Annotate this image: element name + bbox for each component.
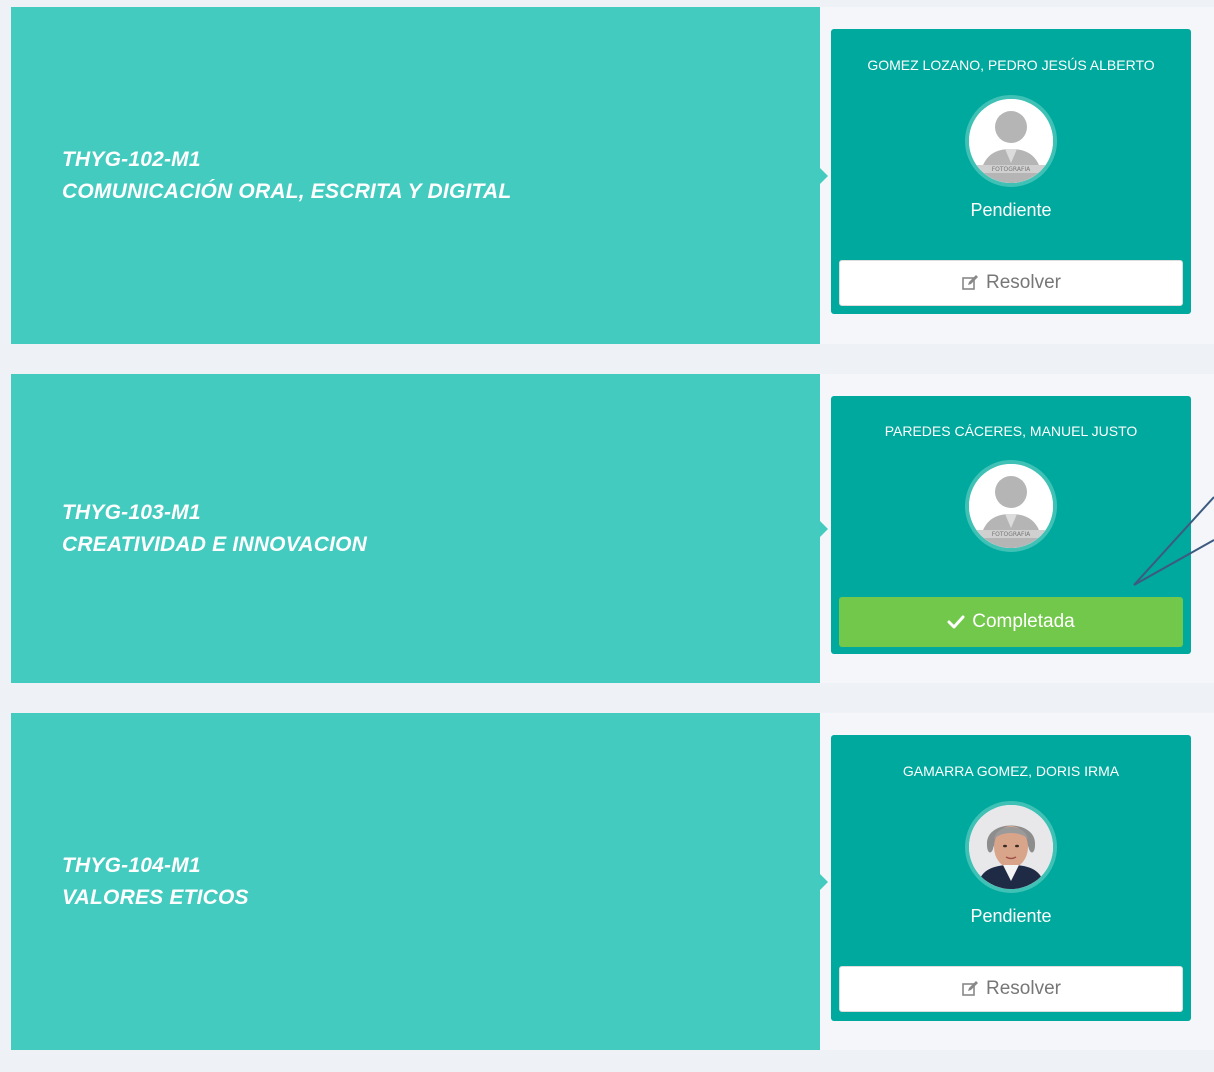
edit-icon: [961, 274, 979, 292]
course-panel: THYG-104-M1 VALORES ETICOS: [11, 713, 828, 1050]
teacher-name: PAREDES CÁCERES, MANUEL JUSTO: [884, 423, 1138, 439]
course-panel: THYG-103-M1 CREATIVIDAD E INNOVACION: [11, 374, 828, 683]
course-code: THYG-102-M1: [62, 147, 201, 171]
panel-arrow: [820, 167, 828, 184]
teacher-card: PAREDES CÁCERES, MANUEL JUSTO FOTOGRAFIA…: [831, 396, 1191, 654]
course-title: THYG-104-M1 VALORES ETICOS: [62, 850, 249, 914]
course-title: THYG-103-M1 CREATIVIDAD E INNOVACION: [62, 497, 367, 561]
completed-label: Completada: [972, 611, 1075, 632]
status-text: Pendiente: [970, 200, 1052, 220]
course-code: THYG-103-M1: [62, 500, 201, 524]
check-icon: [947, 613, 965, 631]
course-panel: THYG-102-M1 COMUNICACIÓN ORAL, ESCRITA Y…: [11, 7, 828, 344]
course-name: CREATIVIDAD E INNOVACION: [62, 532, 368, 556]
course-code: THYG-104-M1: [62, 853, 201, 877]
course-title: THYG-102-M1 COMUNICACIÓN ORAL, ESCRITA Y…: [62, 144, 511, 208]
resolver-button[interactable]: Resolver: [839, 260, 1183, 306]
resolver-label: Resolver: [986, 978, 1061, 999]
teacher-photo: [965, 801, 1057, 893]
course-name: COMUNICACIÓN ORAL, ESCRITA Y DIGITAL: [62, 179, 512, 203]
resolver-label: Resolver: [986, 272, 1061, 293]
resolver-button[interactable]: Resolver: [839, 966, 1183, 1012]
placeholder-avatar: FOTOGRAFIA: [965, 460, 1057, 552]
teacher-name: GAMARRA GOMEZ, DORIS IRMA: [902, 763, 1120, 779]
svg-text:FOTOGRAFIA: FOTOGRAFIA: [992, 531, 1031, 538]
panel-arrow: [820, 873, 828, 890]
panel-arrow: [820, 520, 828, 537]
completed-button[interactable]: Completada: [839, 597, 1183, 647]
course-name: VALORES ETICOS: [62, 885, 249, 909]
edit-icon: [961, 980, 979, 998]
teacher-card: GAMARRA GOMEZ, DORIS IRMA Pendiente Reso…: [831, 735, 1191, 1021]
status-text: Pendiente: [970, 906, 1052, 926]
placeholder-avatar: FOTOGRAFIA: [965, 95, 1057, 187]
teacher-card: GOMEZ LOZANO, PEDRO JESÚS ALBERTO FOTOGR…: [831, 29, 1191, 314]
teacher-name: GOMEZ LOZANO, PEDRO JESÚS ALBERTO: [867, 57, 1155, 73]
svg-text:FOTOGRAFIA: FOTOGRAFIA: [992, 166, 1031, 173]
